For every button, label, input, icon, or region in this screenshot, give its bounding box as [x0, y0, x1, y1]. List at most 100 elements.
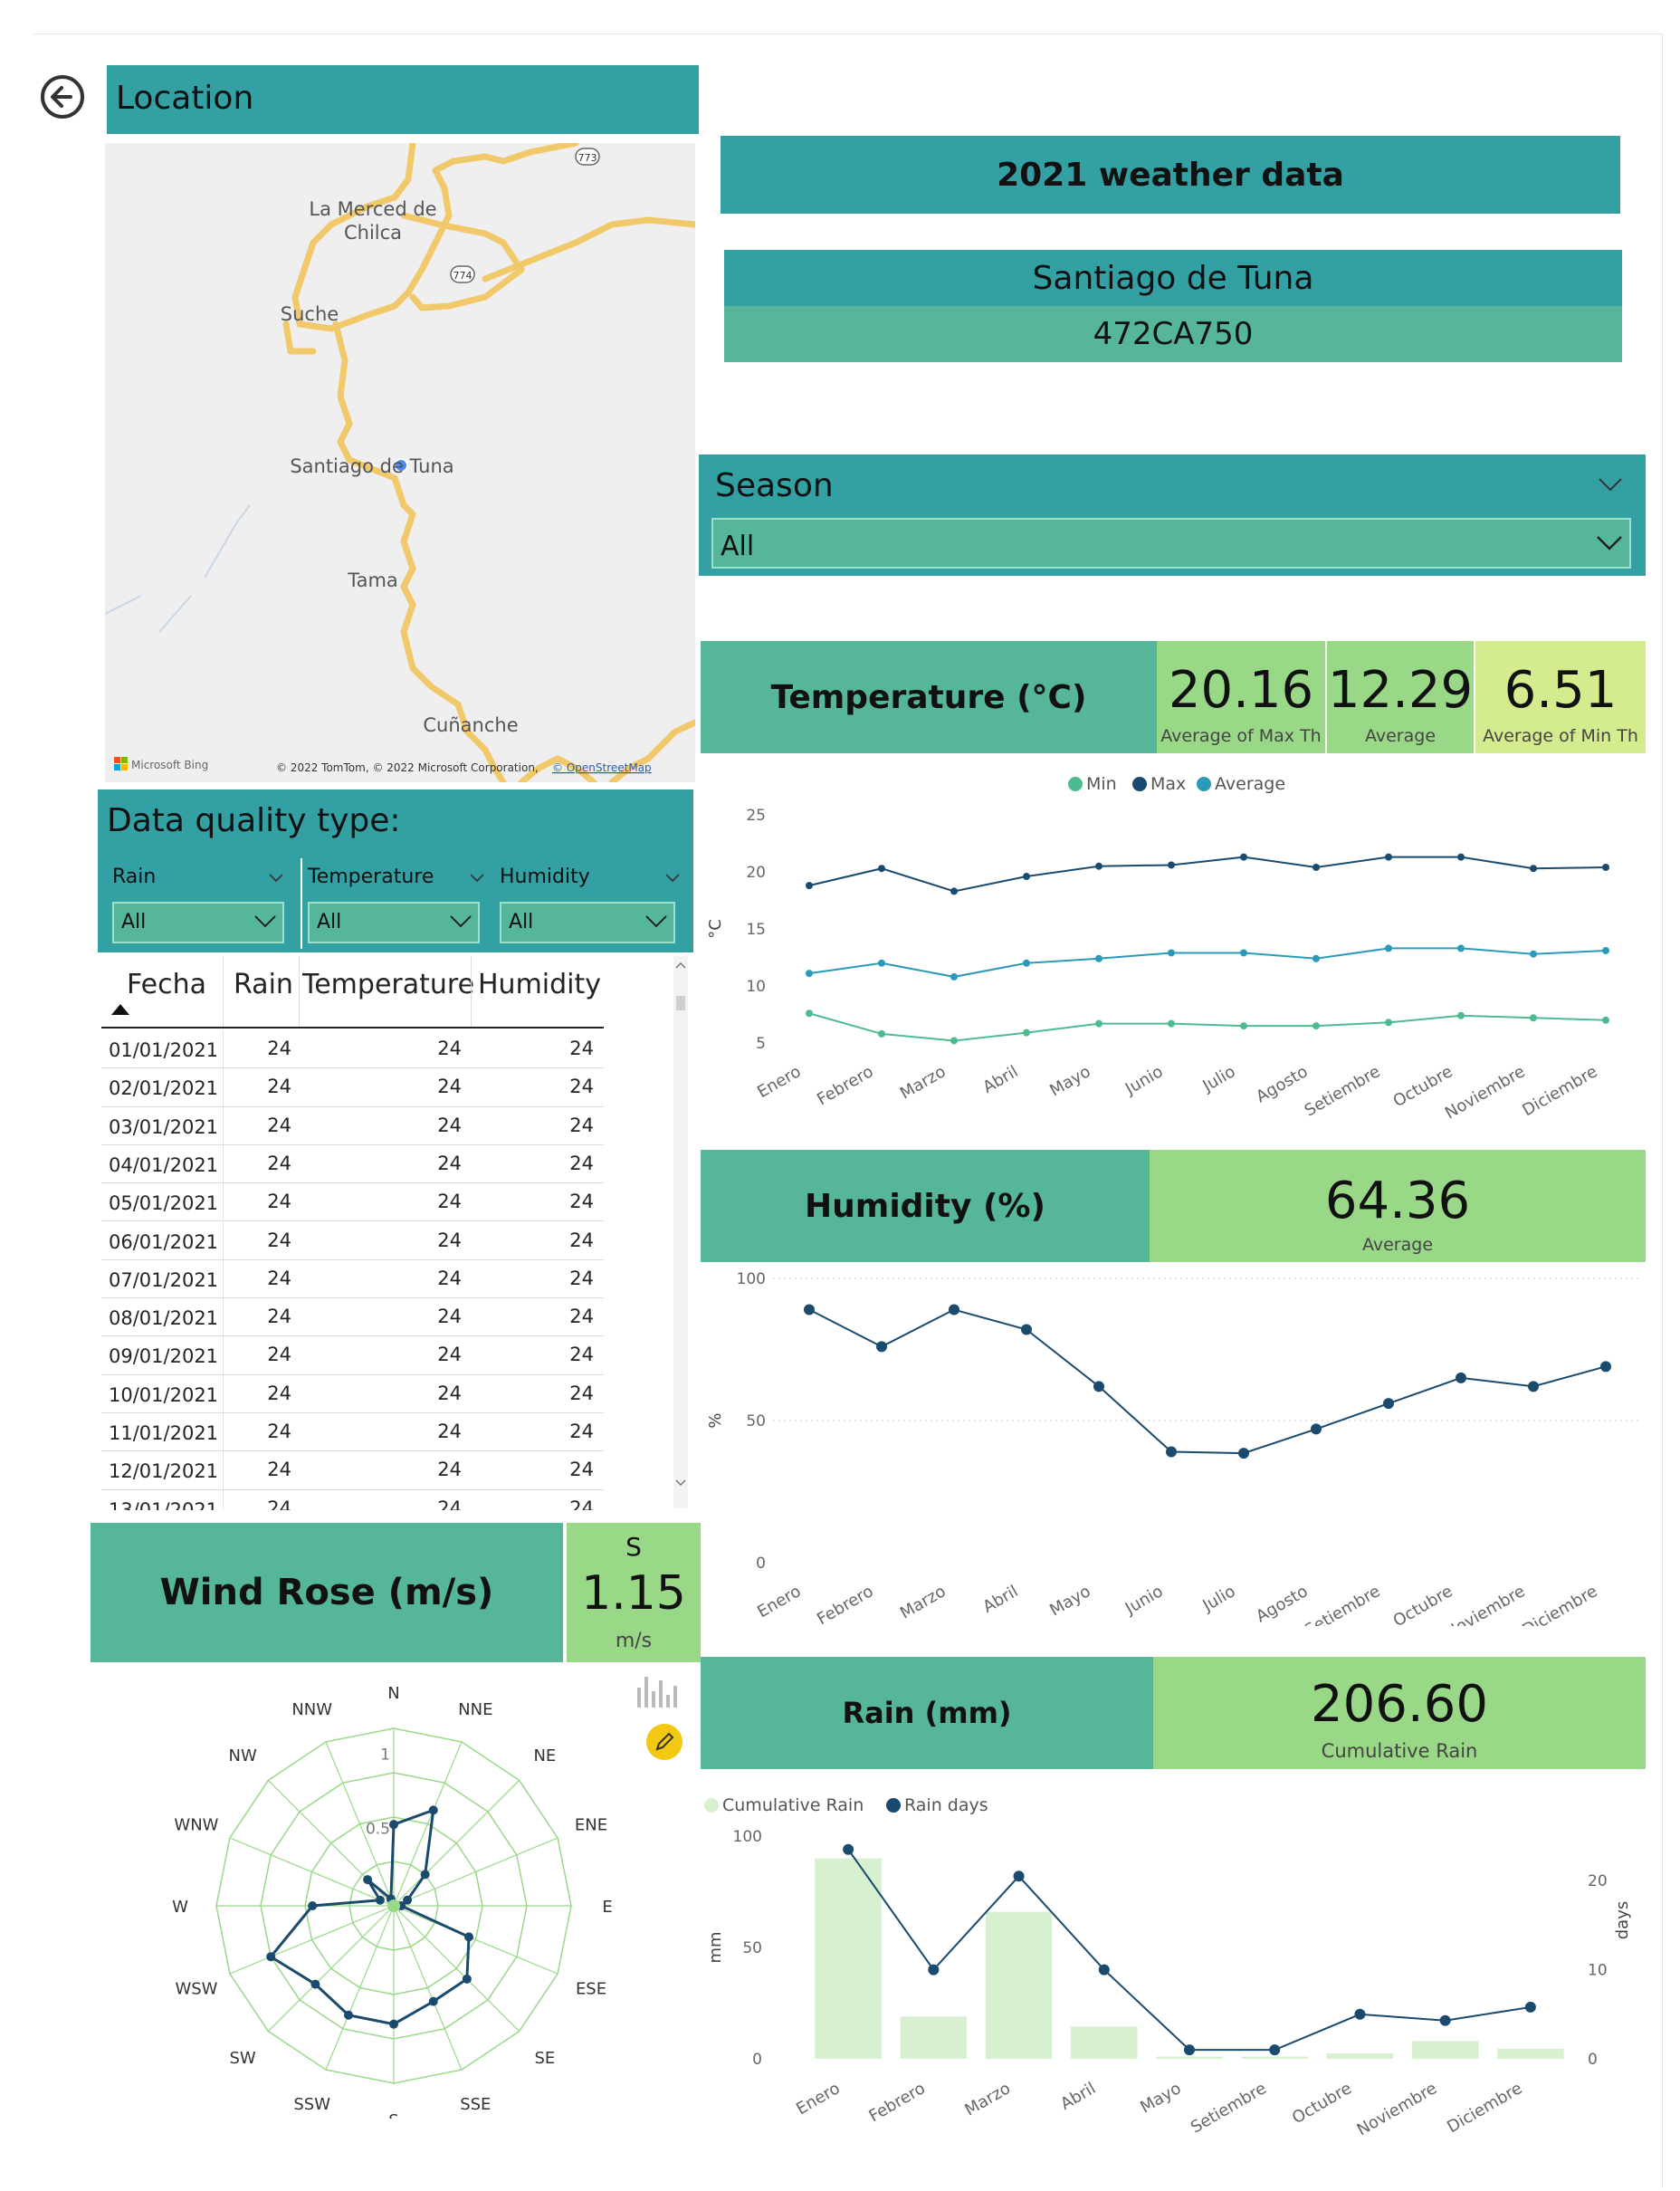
data-point[interactable]	[463, 1932, 473, 1942]
wind-rose-chart[interactable]: N NNE NE ENE E ESE SE SSE S SSW SW WSW W WNW NW NNW 0.5 1	[136, 1684, 670, 2119]
data-point[interactable]	[1385, 944, 1392, 952]
col-header-fecha[interactable]: Fecha	[127, 969, 206, 1000]
col-header-humidity[interactable]: Humidity	[478, 969, 601, 1000]
data-point[interactable]	[1166, 1446, 1177, 1458]
data-point[interactable]	[1439, 2014, 1451, 2026]
data-point[interactable]	[1456, 1372, 1466, 1383]
data-point[interactable]	[1095, 954, 1102, 962]
data-point[interactable]	[1168, 861, 1175, 869]
data-point[interactable]	[950, 1037, 958, 1045]
rain-bar[interactable]	[1156, 2056, 1223, 2059]
table-row[interactable]: 07/01/2021 24 24 24	[101, 1259, 604, 1299]
wind-rose-series[interactable]	[268, 1808, 471, 2026]
data-point[interactable]	[804, 1304, 815, 1316]
table-row[interactable]: 04/01/2021 24 24 24	[101, 1144, 604, 1184]
data-point[interactable]	[949, 1304, 959, 1316]
data-point[interactable]	[1385, 1019, 1392, 1027]
table-row[interactable]: 06/01/2021 24 24 24	[101, 1221, 604, 1260]
table-row[interactable]: 09/01/2021 24 24 24	[101, 1336, 604, 1375]
table-row[interactable]: 03/01/2021 24 24 24	[101, 1106, 604, 1145]
table-row[interactable]: 08/01/2021 24 24 24	[101, 1298, 604, 1337]
data-point[interactable]	[1530, 1014, 1537, 1022]
series-line[interactable]	[808, 1308, 1607, 1455]
data-point[interactable]	[1383, 1398, 1394, 1410]
col-header-rain[interactable]: Rain	[234, 969, 293, 1000]
data-point[interactable]	[1312, 1022, 1320, 1030]
location-map[interactable]: 773 774 La Merced de Chilca Suche Santia…	[105, 143, 695, 782]
data-point[interactable]	[876, 1341, 887, 1353]
series-line-max[interactable]	[808, 856, 1607, 893]
data-point[interactable]	[1602, 1016, 1609, 1024]
rain-bar[interactable]	[1241, 2056, 1308, 2059]
rain-quality-dropdown[interactable]: All	[112, 902, 284, 943]
data-point[interactable]	[1602, 863, 1609, 871]
temperature-quality-chevron-icon[interactable]	[469, 873, 485, 884]
data-point[interactable]	[1093, 1381, 1104, 1392]
data-point[interactable]	[950, 972, 958, 981]
data-point[interactable]	[1524, 2001, 1536, 2013]
data-point[interactable]	[1240, 1022, 1247, 1030]
back-button[interactable]	[38, 72, 87, 121]
humidity-line-chart[interactable]: 0 50 100% Enero Febrero Marzo Abril Mayo Junio Ju…	[701, 1264, 1646, 1626]
data-point[interactable]	[266, 1952, 276, 1962]
data-point[interactable]	[1240, 949, 1247, 957]
data-point[interactable]	[310, 1979, 320, 1989]
data-point[interactable]	[843, 1843, 854, 1855]
data-point[interactable]	[806, 1009, 813, 1018]
rain-bar[interactable]	[1497, 2048, 1564, 2059]
rain-bar[interactable]	[1326, 2052, 1394, 2059]
data-point[interactable]	[1095, 1019, 1102, 1028]
data-point[interactable]	[1023, 1029, 1030, 1037]
scroll-down-icon[interactable]	[675, 1479, 686, 1487]
rain-bar[interactable]	[900, 2016, 968, 2059]
data-point[interactable]	[1184, 2044, 1195, 2056]
data-point[interactable]	[389, 1820, 398, 1830]
data-point[interactable]	[1023, 959, 1030, 967]
data-point[interactable]	[878, 865, 885, 873]
sort-ascending-icon[interactable]	[110, 1003, 130, 1016]
data-point[interactable]	[1457, 853, 1465, 861]
data-point[interactable]	[878, 1029, 885, 1038]
season-dropdown[interactable]: All	[711, 518, 1631, 569]
data-point[interactable]	[1168, 949, 1175, 957]
rain-bar[interactable]	[1071, 2026, 1138, 2059]
table-row[interactable]: 02/01/2021 24 24 24	[101, 1068, 604, 1107]
data-point[interactable]	[1602, 946, 1609, 954]
rain-bar[interactable]	[815, 1858, 882, 2059]
data-point[interactable]	[1530, 865, 1537, 873]
data-point[interactable]	[1354, 2008, 1366, 2020]
table-row[interactable]: 10/01/2021 24 24 24	[101, 1374, 604, 1413]
data-point[interactable]	[950, 887, 958, 895]
rain-combo-chart[interactable]: 0 50 100 0 10 20 mm days Enero Febrero Marzo Abril M…	[701, 1784, 1646, 2146]
data-point[interactable]	[806, 882, 813, 890]
data-point[interactable]	[1023, 873, 1030, 881]
table-row[interactable]: 13/01/2021 24 24 24	[101, 1489, 604, 1510]
data-point[interactable]	[1312, 863, 1320, 871]
data-point[interactable]	[928, 1964, 940, 1976]
data-point[interactable]	[420, 1870, 430, 1880]
openstreetmap-link[interactable]: © OpenStreetMap	[552, 761, 652, 774]
table-row[interactable]: 01/01/2021 24 24 24	[101, 1030, 604, 1069]
data-point[interactable]	[389, 2019, 398, 2029]
data-point[interactable]	[878, 959, 885, 967]
data-point[interactable]	[1457, 944, 1465, 952]
data-point[interactable]	[1600, 1361, 1611, 1373]
table-row[interactable]: 11/01/2021 24 24 24	[101, 1413, 604, 1452]
data-point[interactable]	[308, 1901, 318, 1910]
series-line-min[interactable]	[808, 1012, 1607, 1042]
rain-quality-chevron-icon[interactable]	[268, 873, 284, 884]
data-point[interactable]	[363, 1875, 373, 1885]
data-point[interactable]	[1312, 954, 1320, 962]
col-header-temperature[interactable]: Temperature	[302, 969, 474, 1000]
table-scrollbar[interactable]	[673, 956, 688, 1508]
data-point[interactable]	[428, 1805, 438, 1815]
data-point[interactable]	[1528, 1381, 1539, 1392]
table-row[interactable]: 12/01/2021 24 24 24	[101, 1451, 604, 1490]
data-point[interactable]	[1240, 853, 1247, 861]
data-point[interactable]	[1095, 862, 1102, 870]
data-point[interactable]	[1168, 1019, 1175, 1028]
data-point[interactable]	[462, 1974, 472, 1984]
temperature-line-chart[interactable]: 5 10 15 20 25 °C Enero Febrero Marzo Abril Mayo Jun…	[701, 762, 1646, 1124]
rain-bar[interactable]	[1411, 2041, 1479, 2059]
data-point[interactable]	[343, 2010, 353, 2020]
